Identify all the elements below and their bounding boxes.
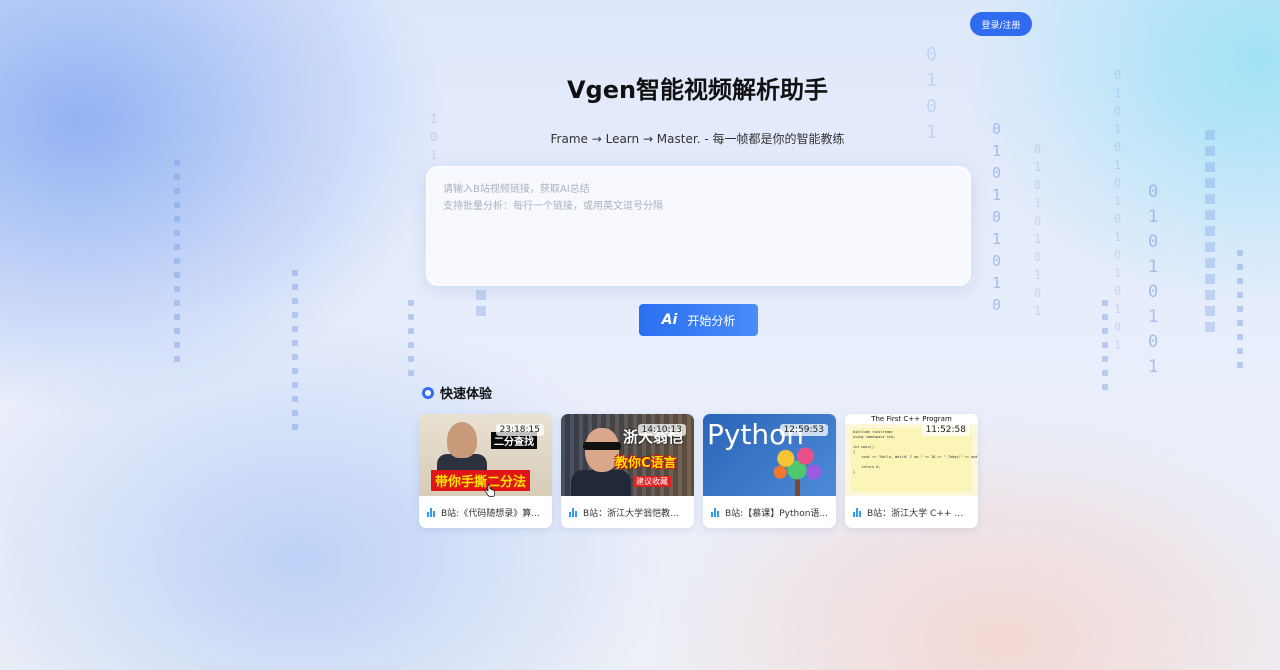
binary-stream-decoration: 0 1 0 1 0 1 0 1 0 1: [1034, 142, 1042, 318]
start-analysis-button[interactable]: Ai 开始分析: [639, 304, 758, 336]
tree-illustration: [769, 440, 825, 486]
video-card[interactable]: 浙大翁恺 教你C语言 建议收藏 14:10:13 B站：浙江大学翁恺教你...: [561, 414, 694, 528]
page-title: Vgen智能视频解析助手: [566, 76, 829, 104]
video-duration: 11:52:58: [921, 424, 970, 436]
start-analysis-label: 开始分析: [687, 313, 736, 328]
video-thumbnail: Python 12:59:53: [703, 414, 836, 496]
quick-experience-cards: 二分查找 带你手撕二分法 23:18:15 B站:《代码随想录》算... 浙大翁…: [419, 414, 978, 528]
video-title: B站：浙江大学 C++ 翁...: [867, 508, 970, 519]
thumbnail-caption: The First C++ Program: [845, 414, 978, 424]
bilibili-bars-icon: [853, 507, 863, 517]
video-card[interactable]: Python 12:59:53 B站:【慕课】Python语...: [703, 414, 836, 528]
video-title: B站：浙江大学翁恺教你...: [583, 508, 686, 519]
hand-pointer-icon: [484, 484, 495, 497]
video-thumbnail: 浙大翁恺 教你C语言 建议收藏 14:10:13: [561, 414, 694, 496]
bilibili-bars-icon: [427, 507, 437, 517]
dot-column-decoration: [174, 160, 180, 370]
video-card-label: B站：浙江大学 C++ 翁...: [845, 496, 978, 528]
thumbnail-caption: 教你C语言: [615, 456, 677, 471]
video-card-label: B站：浙江大学翁恺教你...: [561, 496, 694, 528]
thumbnail-code: #include <iostream> using namespace std;…: [851, 428, 978, 492]
video-card[interactable]: The First C++ Program #include <iostream…: [845, 414, 978, 528]
video-card-label: B站:《代码随想录》算...: [419, 496, 552, 528]
dot-column-decoration: [1237, 250, 1243, 376]
dot-column-decoration: [408, 300, 414, 384]
video-link-input[interactable]: [433, 173, 964, 279]
video-duration: 14:10:13: [637, 424, 686, 436]
dot-column-decoration: [292, 270, 298, 438]
quick-experience-title: 快速体验: [440, 387, 493, 402]
video-duration: 12:59:53: [779, 424, 828, 436]
target-dot-icon: [422, 386, 434, 399]
video-card[interactable]: 二分查找 带你手撕二分法 23:18:15 B站:《代码随想录》算...: [419, 414, 552, 528]
page-subtitle: Frame → Learn → Master. - 每一帧都是你的智能教练: [550, 132, 845, 146]
binary-stream-decoration: 0 1 0 1 0 1 0 1 0: [992, 120, 1002, 314]
video-thumbnail: The First C++ Program #include <iostream…: [845, 414, 978, 496]
quick-experience-heading: 快速体验: [422, 383, 492, 402]
ai-icon: Ai: [661, 312, 678, 328]
binary-stream-decoration: 0 1 0 1 0 1 0 1: [1148, 182, 1159, 377]
video-link-input-container: [426, 166, 971, 286]
dot-column-decoration: [1205, 130, 1215, 338]
bilibili-bars-icon: [569, 507, 579, 517]
binary-stream-decoration: 0 1 0 1 0 1 0 1 0 1 0 1 0 1 0 1: [1114, 68, 1122, 352]
thumbnail-caption: 带你手撕二分法: [431, 470, 531, 491]
bilibili-bars-icon: [711, 507, 721, 517]
login-register-button[interactable]: 登录/注册: [970, 12, 1032, 36]
thumbnail-caption: 建议收藏: [633, 476, 671, 487]
video-card-label: B站:【慕课】Python语...: [703, 496, 836, 528]
video-title: B站:【慕课】Python语...: [725, 508, 828, 519]
video-duration: 23:18:15: [495, 424, 544, 436]
dot-column-decoration: [476, 290, 486, 322]
video-title: B站:《代码随想录》算...: [441, 508, 540, 519]
dot-column-decoration: [1102, 300, 1108, 398]
